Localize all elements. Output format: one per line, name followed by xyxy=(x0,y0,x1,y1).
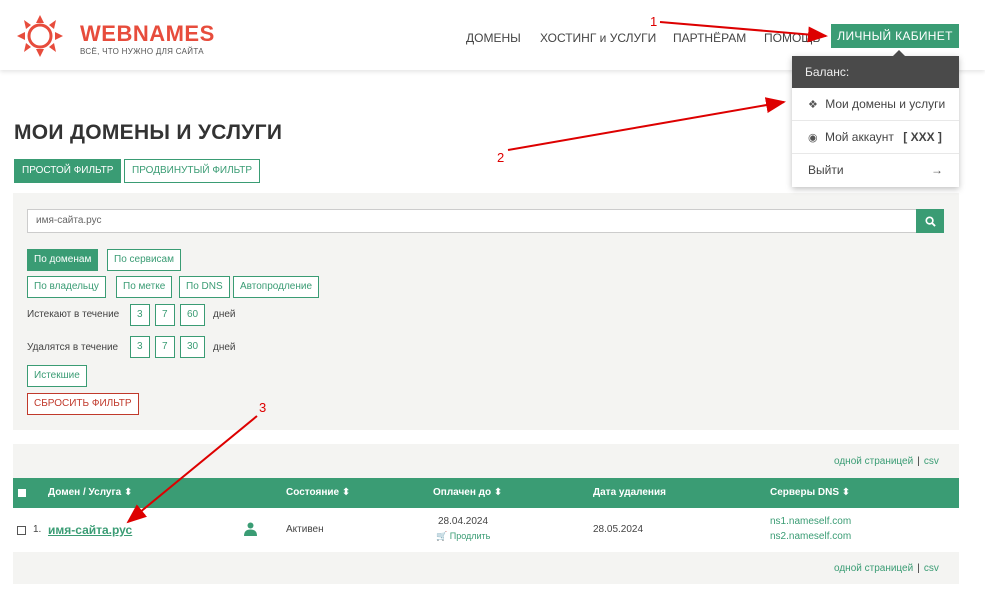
days-label: дней xyxy=(213,309,236,320)
column-domain[interactable]: Домен / Услуга ⬍ xyxy=(48,487,132,498)
menu-item-my-domains[interactable]: ❖ Мои домены и услуги xyxy=(792,88,959,121)
filter-by-owner[interactable]: По владельцу xyxy=(27,276,106,298)
cubes-icon: ❖ xyxy=(808,99,818,111)
personal-cabinet-button[interactable]: ЛИЧНЫЙ КАБИНЕТ xyxy=(831,24,959,48)
dropdown-caret xyxy=(892,50,906,57)
table-header: Домен / Услуга ⬍ Состояние ⬍ Оплачен до … xyxy=(13,478,959,508)
balance-label: Баланс: xyxy=(792,56,959,88)
nav-domains[interactable]: ДОМЕНЫ xyxy=(466,31,521,45)
row-number: 1. xyxy=(33,524,42,535)
annotation-number-3: 3 xyxy=(259,400,267,415)
expire-option-3[interactable]: 3 xyxy=(130,304,150,326)
link-separator: | xyxy=(917,456,920,467)
filter-autorenew[interactable]: Автопродление xyxy=(233,276,320,298)
dns-server-1[interactable]: ns1.nameself.com xyxy=(770,516,851,527)
paid-until-date: 28.04.2024 xyxy=(438,516,489,527)
dns-server-2[interactable]: ns2.nameself.com xyxy=(770,531,851,542)
filter-by-domains[interactable]: По доменам xyxy=(27,249,99,271)
column-paid-until[interactable]: Оплачен до ⬍ xyxy=(433,487,502,498)
search-icon xyxy=(924,216,936,227)
menu-item-my-account[interactable]: ◉ Мой аккаунт [ XXX ] xyxy=(792,121,959,154)
filter-by-services[interactable]: По сервисам xyxy=(107,249,181,271)
logo-text: WEBNAMES xyxy=(80,21,215,46)
search-input[interactable]: имя-сайта.рус xyxy=(27,209,917,233)
sign-out-icon: → xyxy=(931,163,943,177)
column-dns[interactable]: Серверы DNS ⬍ xyxy=(770,487,850,498)
filter-by-dns[interactable]: По DNS xyxy=(179,276,230,298)
owner-icon[interactable] xyxy=(244,522,257,539)
delete-option-7[interactable]: 7 xyxy=(155,336,175,358)
csv-link[interactable]: csv xyxy=(924,456,939,467)
page-title: МОИ ДОМЕНЫ И УСЛУГИ xyxy=(14,121,283,144)
account-badge: [ XXX ] xyxy=(903,130,942,144)
nav-partners[interactable]: ПАРТНЁРАМ xyxy=(673,31,746,45)
table-toolbar-top: одной страницей | csv xyxy=(13,444,959,478)
renew-link[interactable]: 🛒 Продлить xyxy=(436,531,490,542)
expire-option-60[interactable]: 60 xyxy=(180,304,206,326)
menu-item-label: Мои домены и услуги xyxy=(825,97,946,111)
table-row: 1. имя-сайта.рус Активен 28.04.2024 🛒 Пр… xyxy=(13,508,959,552)
annotation-number-1: 1 xyxy=(650,14,658,29)
column-delete-date: Дата удаления xyxy=(593,487,666,498)
nav-help[interactable]: ПОМОЩЬ xyxy=(764,31,820,45)
table-toolbar-bottom: одной страницей | csv xyxy=(13,552,959,584)
expire-option-7[interactable]: 7 xyxy=(155,304,175,326)
cabinet-dropdown: Баланс: ❖ Мои домены и услуги ◉ Мой акка… xyxy=(792,56,959,187)
filter-by-tag[interactable]: По метке xyxy=(116,276,173,298)
expired-button[interactable]: Истекшие xyxy=(27,365,87,387)
column-status[interactable]: Состояние ⬍ xyxy=(286,487,350,498)
delete-option-3[interactable]: 3 xyxy=(130,336,150,358)
tab-simple-filter[interactable]: ПРОСТОЙ ФИЛЬТР xyxy=(14,159,122,183)
days-label: дней xyxy=(213,342,236,353)
export-links: одной страницей | csv xyxy=(834,456,939,467)
delete-option-30[interactable]: 30 xyxy=(180,336,206,358)
menu-item-label: Мой аккаунт xyxy=(824,130,894,144)
expire-label: Истекают в течение xyxy=(27,309,120,320)
logo-tagline: ВСЁ, ЧТО НУЖНО ДЛЯ САЙТА xyxy=(80,47,204,56)
annotation-number-2: 2 xyxy=(497,150,505,165)
one-page-link[interactable]: одной страницей xyxy=(834,563,913,574)
arrow-2 xyxy=(507,97,786,151)
reset-filter-button[interactable]: СБРОСИТЬ ФИЛЬТР xyxy=(27,393,139,415)
user-circle-icon: ◉ xyxy=(808,132,818,144)
tab-advanced-filter[interactable]: ПРОДВИНУТЫЙ ФИЛЬТР xyxy=(124,159,261,183)
renew-label: Продлить xyxy=(449,531,491,541)
domain-link[interactable]: имя-сайта.рус xyxy=(48,523,132,537)
search-button[interactable] xyxy=(916,209,944,233)
link-separator: | xyxy=(917,563,920,574)
sun-logo-icon xyxy=(17,15,63,57)
csv-link[interactable]: csv xyxy=(924,563,939,574)
logo[interactable]: WEBNAMES ВСЁ, ЧТО НУЖНО ДЛЯ САЙТА xyxy=(14,13,224,59)
row-checkbox[interactable] xyxy=(17,526,26,535)
export-links: одной страницей | csv xyxy=(834,563,939,574)
delete-date: 28.05.2024 xyxy=(593,524,644,535)
menu-item-logout[interactable]: Выйти → xyxy=(792,154,959,187)
cart-icon: 🛒 xyxy=(436,531,448,541)
one-page-link[interactable]: одной страницей xyxy=(834,456,913,467)
menu-item-label: Выйти xyxy=(808,163,844,177)
nav-hosting[interactable]: ХОСТИНГ и УСЛУГИ xyxy=(540,31,656,45)
delete-label: Удалятся в течение xyxy=(27,342,119,353)
status-text: Активен xyxy=(286,524,324,535)
select-all-checkbox[interactable] xyxy=(18,489,26,497)
